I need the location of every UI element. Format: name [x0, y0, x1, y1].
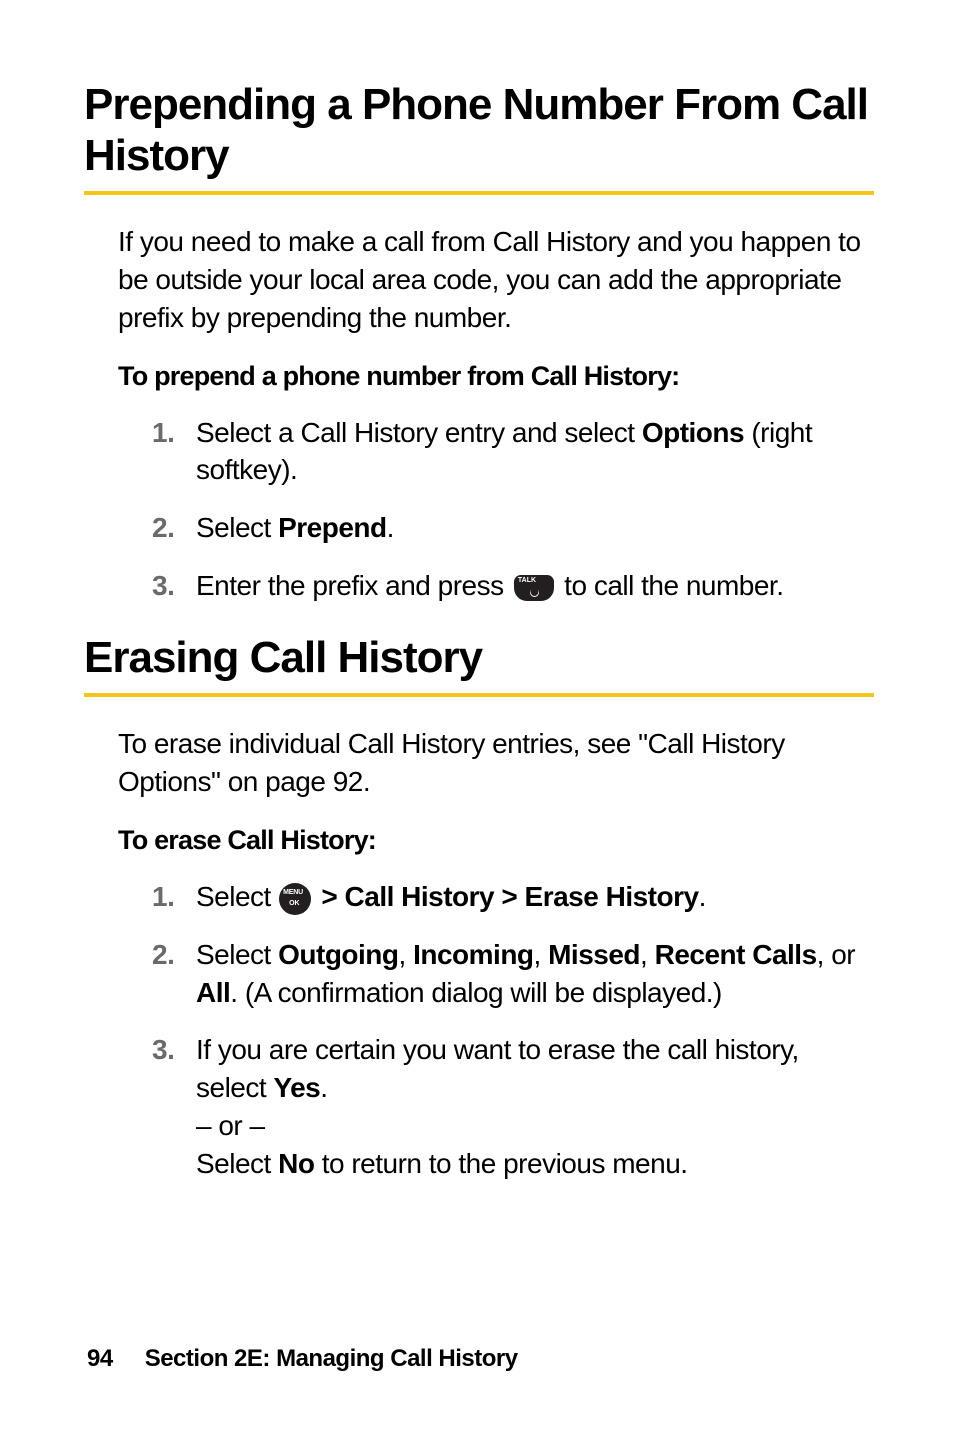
bold-all: All — [196, 977, 230, 1008]
step-text: Enter the prefix and press — [196, 570, 511, 601]
step-1: 1. Select a Call History entry and selec… — [152, 414, 874, 490]
bold-no: No — [278, 1148, 314, 1179]
page-number: 94 — [87, 1345, 113, 1372]
step-num: 2. — [152, 509, 174, 547]
step-num: 1. — [152, 414, 174, 452]
step-text: Select — [196, 881, 278, 912]
step-3: 3. Enter the prefix and press to call th… — [152, 567, 874, 605]
step-2: 2. Select Outgoing, Incoming, Missed, Re… — [152, 936, 874, 1012]
step-num: 2. — [152, 936, 174, 974]
bold-path: > Call History > Erase History — [314, 881, 698, 912]
steps-erase: 1. Select > Call History > Erase History… — [80, 878, 874, 1183]
divider — [84, 191, 874, 195]
subhead-erase: To erase Call History: — [80, 825, 874, 856]
step-text: Select a Call History entry and select — [196, 417, 642, 448]
step-num: 1. — [152, 878, 174, 916]
menu-ok-key-icon — [279, 883, 311, 915]
step-text: Select — [196, 939, 278, 970]
bold-missed: Missed — [548, 939, 640, 970]
step-3: 3. If you are certain you want to erase … — [152, 1031, 874, 1182]
step-text: . (A confirmation dialog will be display… — [230, 977, 722, 1008]
sep: , — [534, 939, 549, 970]
page-footer: 94 Section 2E: Managing Call History — [87, 1345, 518, 1373]
sep: , or — [817, 939, 855, 970]
bold-options: Options — [642, 417, 744, 448]
step-1: 1. Select > Call History > Erase History… — [152, 878, 874, 916]
step-text: to return to the previous menu. — [314, 1148, 687, 1179]
bold-recent: Recent Calls — [655, 939, 817, 970]
step-text: . — [387, 512, 394, 543]
divider — [84, 693, 874, 697]
bold-incoming: Incoming — [413, 939, 533, 970]
step-num: 3. — [152, 567, 174, 605]
or-text: – or – — [196, 1107, 874, 1145]
step-text: Select — [196, 512, 278, 543]
step-text: Select — [196, 1148, 278, 1179]
heading-prepend: Prepending a Phone Number From Call Hist… — [80, 80, 874, 181]
bold-yes: Yes — [273, 1072, 320, 1103]
intro-erase: To erase individual Call History entries… — [80, 725, 874, 801]
sep: , — [399, 939, 414, 970]
section-label: Section 2E: Managing Call History — [145, 1345, 518, 1372]
talk-key-icon — [514, 575, 554, 601]
bold-outgoing: Outgoing — [278, 939, 398, 970]
step-num: 3. — [152, 1031, 174, 1069]
step-text: . — [699, 881, 706, 912]
step-2: 2. Select Prepend. — [152, 509, 874, 547]
bold-prepend: Prepend — [278, 512, 387, 543]
heading-erase: Erasing Call History — [80, 633, 874, 684]
steps-prepend: 1. Select a Call History entry and selec… — [80, 414, 874, 605]
intro-prepend: If you need to make a call from Call His… — [80, 223, 874, 336]
step-text: to call the number. — [557, 570, 784, 601]
sep: , — [640, 939, 655, 970]
subhead-prepend: To prepend a phone number from Call Hist… — [80, 361, 874, 392]
step-text: . — [320, 1072, 327, 1103]
